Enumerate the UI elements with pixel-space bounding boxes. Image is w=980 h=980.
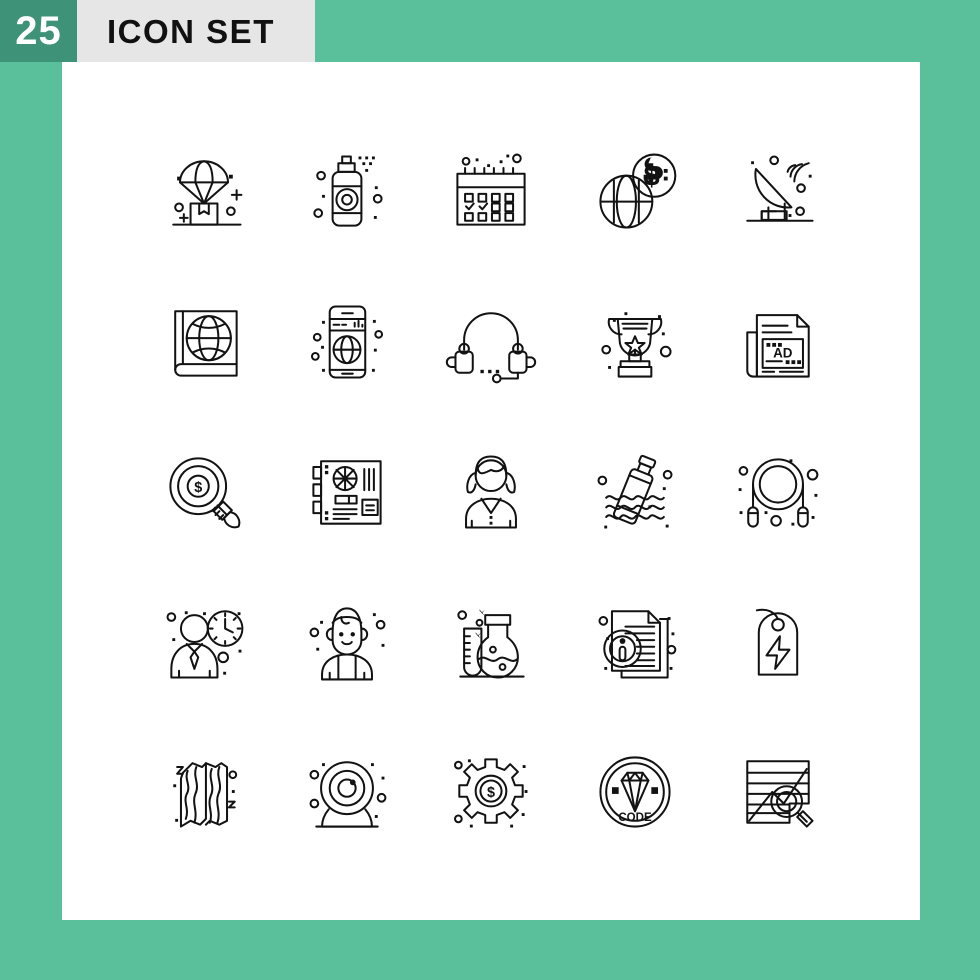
icon-cell-energy-tag[interactable] <box>706 567 850 717</box>
document-info-icon <box>598 610 676 679</box>
icon-cell-plastic-bottle-water[interactable] <box>563 417 707 567</box>
spray-bottle-icon <box>313 155 383 227</box>
icon-cell-lab-flask[interactable] <box>419 567 563 717</box>
lab-flask-icon <box>457 609 525 679</box>
ad-label: AD <box>773 345 793 360</box>
world-book-icon <box>173 310 238 377</box>
chart-analysis-icon <box>746 760 814 828</box>
icon-cell-businessman-clock[interactable] <box>132 567 276 717</box>
energy-tag-icon <box>756 608 799 676</box>
newspaper-ad-icon: AD <box>746 314 810 378</box>
icon-cell-code-badge[interactable]: CODE <box>563 717 707 867</box>
svg-text:$: $ <box>643 160 659 192</box>
money-search-icon: $ <box>169 457 241 529</box>
icon-panel: $ AD $ $ CODE <box>62 62 920 920</box>
svg-text:$: $ <box>487 785 495 801</box>
icon-cell-global-money[interactable]: $ <box>563 117 707 267</box>
icon-cell-document-info[interactable] <box>563 567 707 717</box>
icon-cell-woman-avatar[interactable] <box>419 417 563 567</box>
icon-cell-bacon[interactable] <box>132 717 276 867</box>
icon-cell-jump-rope[interactable] <box>706 417 850 567</box>
parachute-delivery-icon <box>172 160 243 226</box>
icon-cell-headset[interactable] <box>419 267 563 417</box>
motherboard-icon <box>312 460 382 525</box>
webcam-icon <box>309 761 387 828</box>
icon-count-badge: 25 <box>0 0 77 62</box>
icon-cell-satellite-dish[interactable] <box>706 117 850 267</box>
trophy-icon <box>600 312 672 378</box>
icon-cell-world-book[interactable] <box>132 267 276 417</box>
girl-avatar-icon <box>309 607 386 681</box>
calendar-icon <box>456 153 526 226</box>
icon-cell-girl-avatar[interactable] <box>276 567 420 717</box>
icon-cell-calendar[interactable] <box>419 117 563 267</box>
money-gear-icon: $ <box>453 758 528 828</box>
icon-cell-chart-analysis[interactable] <box>706 717 850 867</box>
header: 25 ICON SET <box>0 0 315 62</box>
plastic-bottle-water-icon <box>597 454 673 529</box>
icon-cell-mobile-globe[interactable] <box>276 267 420 417</box>
icon-cell-newspaper-ad[interactable]: AD <box>706 267 850 417</box>
page-title: ICON SET <box>77 0 315 62</box>
icon-cell-parachute-delivery[interactable] <box>132 117 276 267</box>
bacon-icon <box>173 762 237 828</box>
icon-cell-spray-bottle[interactable] <box>276 117 420 267</box>
icon-cell-motherboard[interactable] <box>276 417 420 567</box>
icon-cell-webcam[interactable] <box>276 717 420 867</box>
icon-set-page: 25 ICON SET $ AD $ $ CODE <box>0 0 980 980</box>
woman-avatar-icon <box>465 455 517 529</box>
code-label: CODE <box>618 812 652 824</box>
icon-cell-trophy[interactable] <box>563 267 707 417</box>
businessman-clock-icon <box>166 610 244 679</box>
icon-cell-money-search[interactable]: $ <box>132 417 276 567</box>
icon-cell-money-gear[interactable]: $ <box>419 717 563 867</box>
global-money-icon: $ <box>599 153 676 229</box>
headset-icon <box>445 312 537 384</box>
code-badge-icon: CODE <box>599 756 671 828</box>
satellite-dish-icon <box>746 155 814 222</box>
svg-text:$: $ <box>194 480 202 496</box>
jump-rope-icon <box>738 458 819 528</box>
icon-grid: $ AD $ $ CODE <box>132 117 850 867</box>
mobile-globe-icon <box>311 305 384 379</box>
